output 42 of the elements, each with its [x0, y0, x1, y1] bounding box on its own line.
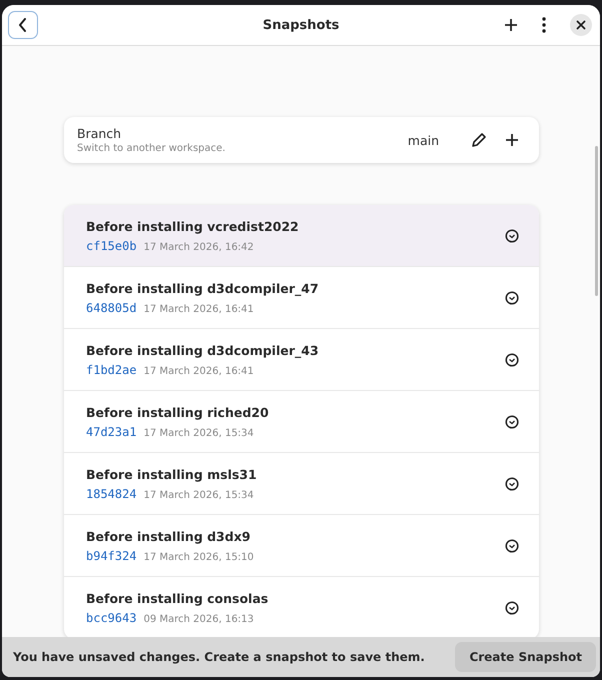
banner-message: You have unsaved changes. Create a snapshot to save them.	[13, 650, 426, 664]
commit-hash: bcc9643	[86, 610, 137, 624]
add-icon[interactable]	[505, 133, 519, 147]
commit-hash: 1854824	[86, 486, 137, 500]
commit-hash: cf15e0b	[86, 238, 137, 252]
snapshot-date: 17 March 2026, 16:42	[144, 242, 254, 252]
snapshot-date: 09 March 2026, 16:13	[144, 614, 254, 624]
back-button[interactable]	[8, 11, 38, 39]
window-title: Snapshots	[262, 18, 340, 32]
snapshot-row[interactable]: Before installing riched20 47d23a1 17 March 2026, 15:34	[64, 391, 539, 453]
snapshot-row[interactable]: Before installing d3dcompiler_43 f1bd2ae 17 March 2026, 16:41	[64, 329, 539, 391]
snapshot-row[interactable]: Before installing vcredist2022 cf15e0b 17 March 2026, 16:42	[64, 205, 539, 267]
branch-title: Branch	[77, 126, 122, 141]
snapshot-date: 17 March 2026, 16:41	[144, 366, 254, 376]
snapshot-title: Before installing msls31	[86, 466, 258, 482]
back-icon	[17, 18, 29, 32]
branch-subtitle: Switch to another workspace.	[77, 143, 226, 154]
snapshot-title: Before installing d3dx9	[86, 528, 252, 544]
snapshot-title: Before installing riched20	[86, 404, 270, 420]
create-snapshot-button[interactable]: Create Snapshot	[455, 642, 596, 672]
snapshot-title: Before installing d3dcompiler_47	[86, 280, 320, 296]
commit-hash: 47d23a1	[86, 424, 137, 438]
close-icon	[576, 20, 586, 30]
snapshot-row[interactable]: Before installing msls31 1854824 17 March 2026, 15:34	[64, 453, 539, 515]
close-button[interactable]	[570, 14, 592, 36]
commit-hash: 648805d	[86, 300, 137, 314]
snapshot-date: 17 March 2026, 15:10	[144, 552, 254, 562]
snapshot-title: Before installing consolas	[86, 590, 270, 606]
scrollbar[interactable]	[595, 146, 598, 296]
snapshot-title: Before installing vcredist2022	[86, 218, 300, 234]
pencil-icon[interactable]	[471, 132, 487, 148]
snapshot-date: 17 March 2026, 15:34	[144, 428, 254, 438]
branch-name: main	[408, 132, 439, 148]
commit-hash: f1bd2ae	[86, 362, 137, 376]
menu-icon[interactable]	[542, 17, 546, 33]
snapshot-date: 17 March 2026, 16:41	[144, 304, 254, 314]
snapshot-row[interactable]: Before installing d3dx9 b94f324 17 March 2026, 15:10	[64, 515, 539, 577]
add-icon[interactable]	[504, 18, 518, 32]
commit-hash: b94f324	[86, 548, 137, 562]
snapshot-title: Before installing d3dcompiler_43	[86, 342, 320, 358]
snapshot-row[interactable]: Before installing d3dcompiler_47 648805d 17 March 2026, 16:41	[64, 267, 539, 329]
snapshot-date: 17 March 2026, 15:34	[144, 490, 254, 500]
